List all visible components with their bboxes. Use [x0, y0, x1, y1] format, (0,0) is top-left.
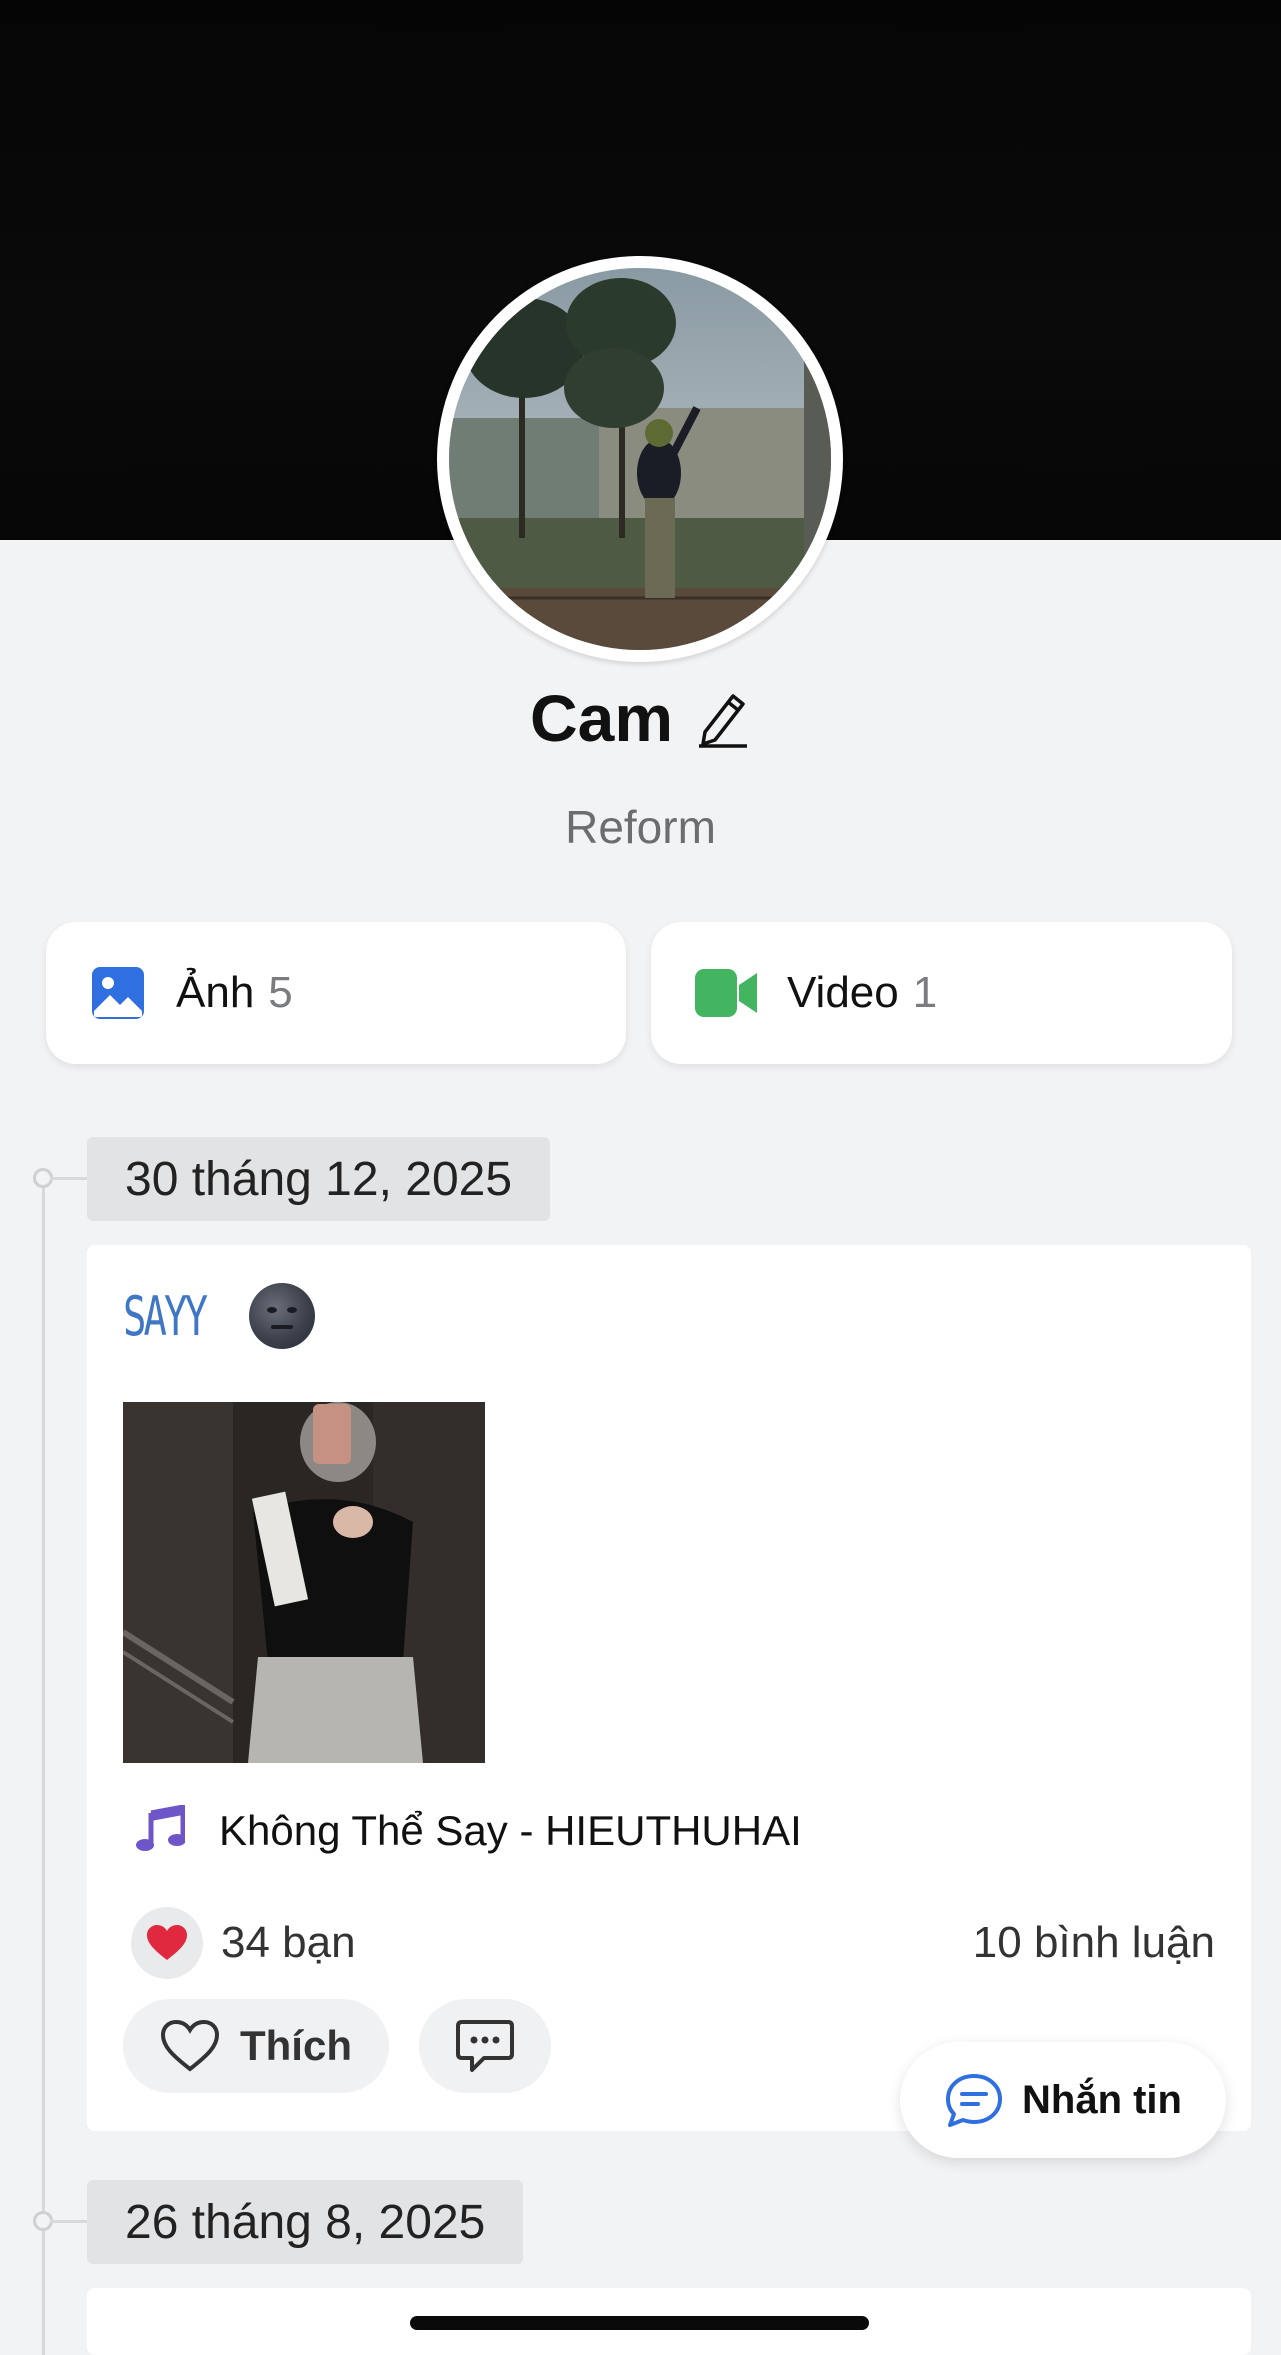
new-moon-face-icon — [249, 1283, 315, 1349]
like-label: Thích — [240, 2022, 352, 2069]
reaction-summary: 34 bạn 10 bình luận — [131, 1907, 1215, 1979]
home-indicator[interactable] — [410, 2316, 869, 2330]
heart-outline-icon — [160, 2019, 220, 2072]
video-camera-icon — [695, 965, 757, 1021]
post-actions: Thích — [123, 1999, 551, 2093]
photos-card[interactable]: Ảnh 5 — [46, 922, 626, 1064]
avatar[interactable] — [437, 256, 843, 662]
profile-name: Cam — [529, 681, 674, 755]
post-caption: SAYY — [123, 1283, 315, 1349]
message-button-label: Nhắn tin — [1022, 2077, 1182, 2122]
timeline-connector — [50, 2220, 87, 2223]
timeline-line — [42, 1180, 45, 2355]
photos-label: Ảnh — [176, 968, 255, 1017]
comment-count[interactable]: 10 bình luận — [973, 1918, 1215, 1968]
timeline-post: SAYY Không Thể Say - HIEUTHUHAI 34 bạn 1… — [87, 1245, 1251, 2131]
videos-label: Video — [787, 968, 899, 1017]
music-note-icon — [135, 1803, 186, 1856]
reactions[interactable]: 34 bạn — [131, 1907, 356, 1979]
reaction-count: 34 bạn — [221, 1918, 356, 1967]
avatar-photo — [449, 268, 831, 650]
image-icon — [90, 965, 146, 1021]
message-button[interactable]: Nhắn tin — [900, 2042, 1226, 2158]
date-chip: 26 tháng 8, 2025 — [87, 2180, 524, 2264]
videos-count: 1 — [912, 968, 938, 1017]
photos-count: 5 — [268, 968, 293, 1017]
comment-button[interactable] — [419, 1999, 551, 2093]
like-button[interactable]: Thích — [123, 1999, 389, 2093]
date-chip: 30 tháng 12, 2025 — [87, 1137, 551, 1221]
edit-pencil-icon[interactable] — [695, 688, 751, 748]
post-music[interactable]: Không Thể Say - HIEUTHUHAI — [135, 1803, 802, 1856]
heart-reaction-icon — [131, 1907, 203, 1979]
chat-bubble-icon — [946, 2074, 1002, 2127]
profile-status: Reform — [565, 801, 716, 853]
post-photo[interactable] — [123, 1402, 485, 1763]
timeline-connector — [50, 1177, 87, 1180]
post-caption-text: SAYY — [123, 1284, 208, 1348]
music-title: Không Thể Say - HIEUTHUHAI — [219, 1806, 802, 1854]
comment-icon — [456, 2020, 514, 2072]
videos-card[interactable]: Video 1 — [651, 922, 1232, 1064]
